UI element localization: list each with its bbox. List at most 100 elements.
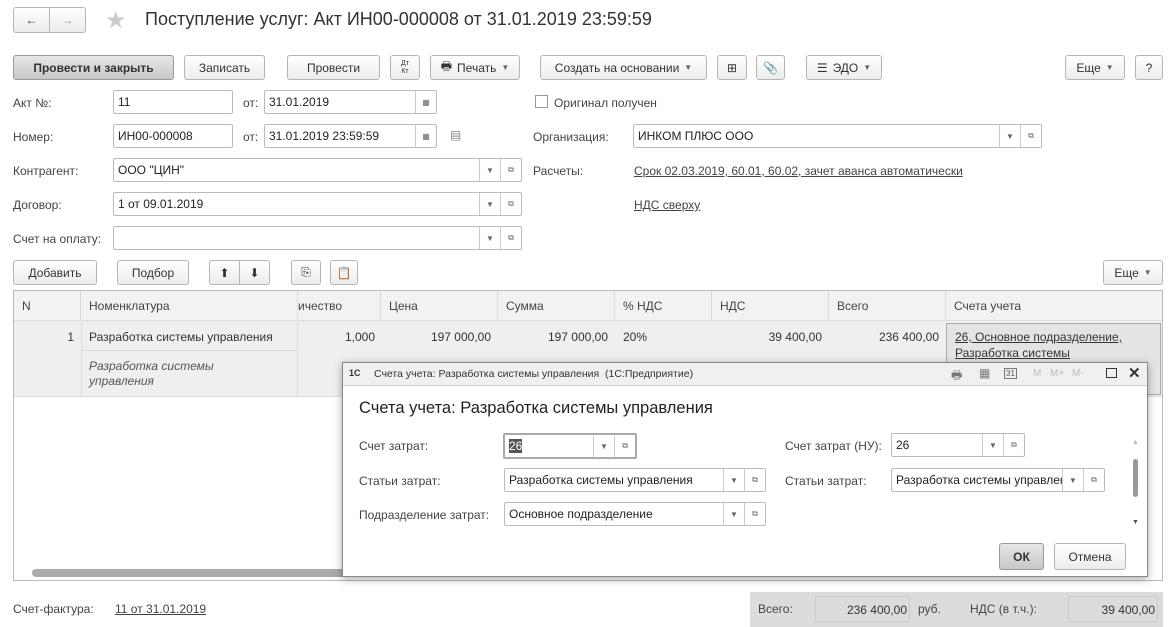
act-no-input[interactable]: 11 [113, 90, 233, 114]
calculator-icon[interactable]: ▦ [979, 366, 990, 380]
structure-icon: ⊞ [726, 60, 738, 75]
cost-items-tax-input[interactable]: Разработка системы управлени ▼ ⧉ [891, 468, 1105, 492]
maximize-icon[interactable] [1106, 368, 1117, 378]
original-received-checkbox[interactable] [535, 95, 548, 108]
number-input[interactable]: ИН00-000008 [113, 124, 233, 148]
paste-button[interactable]: 📋 [330, 260, 358, 285]
chevron-down-icon[interactable]: ▼ [479, 227, 500, 249]
cell-n: 1 [67, 330, 74, 344]
print-icon[interactable]: 🖶 [951, 366, 962, 387]
move-up-button[interactable]: ⬆ [209, 260, 240, 285]
copy-button[interactable]: ⎘ [291, 260, 321, 285]
cancel-button[interactable]: Отмена [1054, 543, 1126, 570]
create-based-on-button[interactable]: Создать на основании ▼ [540, 55, 707, 80]
cost-items-tax-value: Разработка системы управлени [896, 473, 1074, 487]
open-icon[interactable]: ⧉ [1083, 469, 1104, 491]
memory-minus-button[interactable]: M- [1072, 368, 1084, 379]
col-qty[interactable]: ичество [298, 291, 381, 321]
chevron-down-icon[interactable]: ▼ [479, 193, 500, 215]
invoice-link[interactable]: 11 от 31.01.2019 [115, 602, 206, 616]
move-down-button[interactable]: ⬇ [239, 260, 270, 285]
col-vat-rate[interactable]: % НДС [615, 291, 712, 321]
forward-button[interactable]: → [49, 7, 86, 33]
open-icon[interactable]: ⧉ [500, 159, 521, 181]
ok-button[interactable]: ОК [999, 543, 1044, 570]
col-accounts[interactable]: Счета учета [946, 291, 1162, 321]
save-button[interactable]: Записать [184, 55, 265, 80]
col-item[interactable]: Номенклатура [81, 291, 298, 321]
cell-price: 197 000,00 [430, 330, 491, 344]
cost-items-input[interactable]: Разработка системы управления ▼ ⧉ [504, 468, 766, 492]
print-label: Печать [457, 60, 497, 75]
counterparty-input[interactable]: ООО "ЦИН" ▼ ⧉ [113, 158, 522, 182]
dt-kt-button[interactable]: Дт Кт [390, 55, 420, 80]
col-n[interactable]: N [14, 291, 81, 321]
post-button[interactable]: Провести [287, 55, 380, 80]
more-button[interactable]: Еще ▼ [1065, 55, 1125, 80]
department-input[interactable]: Основное подразделение ▼ ⧉ [504, 502, 766, 526]
col-total[interactable]: Всего [829, 291, 946, 321]
open-icon[interactable]: ⧉ [500, 193, 521, 215]
close-icon[interactable]: ✕ [1128, 364, 1141, 382]
calendar-icon[interactable]: ▦ [415, 91, 436, 113]
settlements-link[interactable]: Срок 02.03.2019, 60.01, 60.02, зачет ава… [634, 164, 963, 178]
act-date-input[interactable]: 31.01.2019 ▦ [264, 90, 437, 114]
contract-value: 1 от 09.01.2019 [118, 197, 204, 211]
scrollbar-thumb[interactable] [1133, 459, 1138, 497]
comment-icon[interactable]: ▤ [450, 128, 461, 142]
dialog-vertical-scrollbar[interactable]: ▲ ▼ [1131, 439, 1141, 529]
scroll-down-icon[interactable]: ▼ [1132, 519, 1139, 526]
chevron-down-icon[interactable]: ▼ [593, 435, 614, 457]
accounts-link[interactable]: 26, Основное подразделение, Разработка с… [955, 330, 1122, 360]
memory-plus-button[interactable]: M+ [1050, 368, 1064, 379]
cost-account-tax-input[interactable]: 26 ▼ ⧉ [891, 433, 1025, 457]
organization-input[interactable]: ИНКОМ ПЛЮС ООО ▼ ⧉ [633, 124, 1042, 148]
cell-total: 236 400,00 [878, 330, 939, 344]
memory-m-button[interactable]: M [1033, 368, 1041, 379]
scrollbar-thumb[interactable] [32, 569, 372, 577]
chevron-down-icon[interactable]: ▼ [999, 125, 1020, 147]
chevron-down-icon[interactable]: ▼ [723, 503, 744, 525]
open-icon[interactable]: ⧉ [744, 469, 765, 491]
contract-input[interactable]: 1 от 09.01.2019 ▼ ⧉ [113, 192, 522, 216]
calendar-icon[interactable]: 31 [1004, 368, 1017, 379]
open-icon[interactable]: ⧉ [500, 227, 521, 249]
structure-button[interactable]: ⊞ [717, 55, 747, 80]
back-button[interactable]: ← [13, 7, 50, 33]
star-icon[interactable]: ★ [105, 6, 127, 35]
organization-value: ИНКОМ ПЛЮС ООО [638, 129, 754, 143]
act-date-value: 31.01.2019 [269, 95, 330, 109]
open-icon[interactable]: ⧉ [614, 435, 635, 457]
post-and-close-button[interactable]: Провести и закрыть [13, 55, 174, 80]
help-button[interactable]: ? [1135, 55, 1163, 80]
attach-button[interactable]: 📎 [756, 55, 785, 80]
open-icon[interactable]: ⧉ [744, 503, 765, 525]
calendar-icon[interactable]: ▦ [415, 125, 436, 147]
open-icon[interactable]: ⧉ [1020, 125, 1041, 147]
cost-account-tax-label: Счет затрат (НУ): [785, 439, 882, 453]
scroll-up-icon[interactable]: ▲ [1132, 439, 1139, 446]
table-more-button[interactable]: Еще ▼ [1103, 260, 1163, 285]
contract-label: Договор: [13, 198, 62, 212]
dialog-titlebar[interactable]: 1С Счета учета: Разработка системы управ… [343, 363, 1147, 386]
number-date-input[interactable]: 31.01.2019 23:59:59 ▦ [264, 124, 437, 148]
cost-account-input[interactable]: 26 ▼ ⧉ [503, 433, 637, 459]
col-sum[interactable]: Сумма [498, 291, 615, 321]
col-price[interactable]: Цена [381, 291, 498, 321]
edo-icon: ☰ [816, 60, 828, 75]
print-button[interactable]: 🖶 Печать ▼ [430, 55, 520, 80]
chevron-down-icon[interactable]: ▼ [479, 159, 500, 181]
pick-button[interactable]: Подбор [117, 260, 189, 285]
edo-button[interactable]: ☰ ЭДО ▼ [806, 55, 882, 80]
add-row-button[interactable]: Добавить [13, 260, 97, 285]
chevron-down-icon[interactable]: ▼ [1062, 469, 1083, 491]
open-icon[interactable]: ⧉ [1003, 434, 1024, 456]
chevron-down-icon[interactable]: ▼ [982, 434, 1003, 456]
invoice-label: Счет-фактура: [13, 602, 94, 616]
col-vat[interactable]: НДС [712, 291, 829, 321]
vat-mode-link[interactable]: НДС сверху [634, 198, 700, 212]
payment-invoice-input[interactable]: ▼ ⧉ [113, 226, 522, 250]
cost-items-label: Статьи затрат: [359, 474, 441, 488]
chevron-down-icon[interactable]: ▼ [723, 469, 744, 491]
number-label: Номер: [13, 130, 54, 144]
